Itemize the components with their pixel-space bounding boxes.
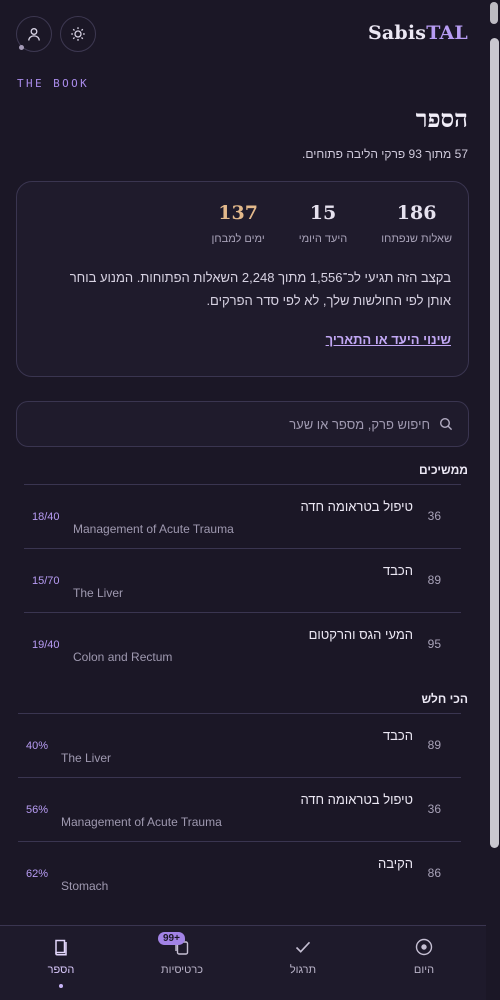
theme-toggle-button[interactable] [60, 16, 96, 52]
chapter-title-he: טיפול בטראומה חדה [300, 792, 413, 807]
book-icon [55, 939, 67, 956]
nav-cards[interactable]: 99+ כרטיסיות [122, 926, 242, 1000]
nav-label: היום [413, 964, 435, 976]
chapter-title-he: טיפול בטראומה חדה [300, 499, 413, 514]
target-icon [415, 938, 433, 956]
weakness-score: 40% [26, 740, 49, 752]
chapter-row[interactable]: 89 הכבד The Liver 40% [18, 713, 461, 777]
chapter-title-he: המעי הגס והרקטום [308, 627, 413, 642]
plan-card: 137 ימים למבחן 15 היעד היומי 186 שאלות ש… [16, 181, 469, 377]
chapter-row[interactable]: 36 טיפול בטראומה חדה Management of Acute… [24, 484, 461, 548]
active-indicator [59, 984, 63, 988]
change-goal-link[interactable]: שינוי היעד או התאריך [326, 332, 451, 347]
bottom-nav: היום תרגול 99+ כרטיסיות הספר [0, 925, 486, 1000]
scrollbar-up[interactable] [490, 2, 498, 24]
search-icon [439, 417, 453, 431]
chapter-title-he: הכבד [382, 728, 413, 743]
weakness-score: 62% [26, 868, 49, 880]
stat-label: שאלות שנפתחו [381, 233, 452, 245]
continuing-list: 36 טיפול בטראומה חדה Management of Acute… [24, 484, 461, 676]
account-button[interactable] [16, 16, 52, 52]
chapter-number: 86 [427, 866, 441, 880]
eyebrow-label: THE BOOK [17, 77, 90, 90]
nav-practice[interactable]: תרגול [243, 926, 363, 1000]
nav-today[interactable]: היום [364, 926, 484, 1000]
chapter-row[interactable]: 36 טיפול בטראומה חדה Management of Acute… [18, 777, 461, 841]
plan-description: בקצב הזה תגיעי לכ־1,556 מתוך 2,248 השאלו… [69, 270, 451, 308]
section-heading-continuing: ממשיכים [418, 463, 468, 477]
weakest-list: 89 הכבד The Liver 40% 36 טיפול בטראומה ח… [18, 713, 461, 905]
logo-accent-text: TAL [426, 22, 468, 44]
nav-label: תרגול [289, 964, 317, 976]
chapter-number: 89 [427, 738, 441, 752]
chapter-progress: 15/70 [32, 575, 60, 587]
search-input[interactable] [29, 402, 430, 446]
chapter-row[interactable]: 95 המעי הגס והרקטום Colon and Rectum 19/… [24, 612, 461, 676]
stats-row: 137 ימים למבחן 15 היעד היומי 186 שאלות ש… [212, 202, 452, 245]
chapter-title-en: The Liver [73, 586, 124, 600]
chapter-row[interactable]: 86 הקיבה Stomach 62% [18, 841, 461, 905]
top-bar: SabisTAL [16, 16, 468, 52]
chapter-title-en: Stomach [61, 879, 109, 893]
weakness-score: 56% [26, 804, 49, 816]
chapter-number: 89 [427, 573, 441, 587]
stat-label: ימים למבחן [211, 233, 265, 245]
scrollbar[interactable] [490, 38, 499, 848]
chapter-title-en: Colon and Rectum [73, 650, 173, 664]
stat-value: 137 [218, 202, 258, 224]
chapter-number: 95 [427, 637, 441, 651]
chapter-number: 36 [427, 802, 441, 816]
chapter-title-en: The Liver [61, 751, 112, 765]
cards-count-badge: 99+ [158, 932, 185, 945]
stat-daily-goal: 15 היעד היומי [299, 202, 348, 245]
checkmark-icon [295, 941, 311, 953]
chapter-progress: 19/40 [32, 639, 60, 651]
page-subtitle: 57 מתוך 93 פרקי הליבה פתוחים. [302, 147, 468, 161]
chapter-title-he: הכבד [382, 563, 413, 578]
chapter-progress: 18/40 [32, 511, 60, 523]
chapter-title-he: הקיבה [377, 856, 413, 871]
chapter-number: 36 [427, 509, 441, 523]
logo: SabisTAL [368, 22, 468, 44]
nav-book[interactable]: הספר [1, 926, 121, 1000]
chapter-row[interactable]: 89 הכבד The Liver 15/70 [24, 548, 461, 612]
stat-value: 186 [396, 202, 437, 224]
page: SabisTAL THE BOOK הספר 57 מתוך 93 פרקי ה… [0, 0, 486, 1000]
user-icon [28, 28, 40, 41]
stat-days-to-exam: 137 ימים למבחן [212, 202, 265, 245]
stat-value: 15 [309, 202, 337, 224]
stat-questions-opened: 186 שאלות שנפתחו [381, 202, 452, 245]
logo-text: Sabis [367, 22, 427, 44]
search-box [16, 401, 469, 447]
chapter-title-en: Management of Acute Trauma [61, 815, 222, 829]
page-title: הספר [415, 104, 468, 133]
sun-icon [71, 27, 85, 41]
status-dot [19, 45, 24, 50]
nav-label: כרטיסיות [161, 964, 203, 976]
stat-label: היעד היומי [298, 233, 348, 245]
section-heading-weakest: הכי חלש [421, 692, 468, 706]
chapter-title-en: Management of Acute Trauma [73, 522, 234, 536]
nav-label: הספר [47, 964, 75, 976]
